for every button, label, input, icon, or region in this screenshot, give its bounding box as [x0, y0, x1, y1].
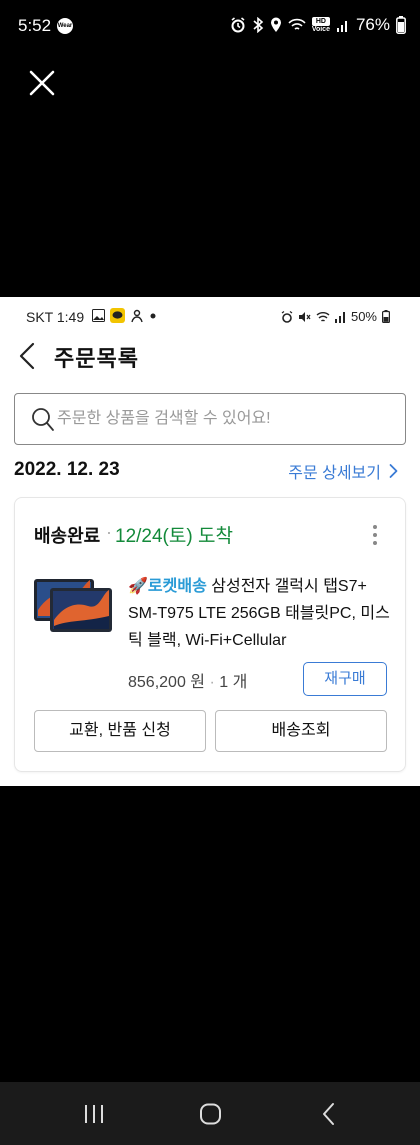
product-price: 856,200 원 — [128, 674, 206, 691]
price-separator: · — [209, 674, 215, 691]
more-notifications-dot — [150, 313, 156, 318]
hd-voice-icon: HD Voice — [311, 17, 330, 33]
inner-status-bar: SKT 1:49 50% — [0, 297, 420, 337]
kakao-icon — [110, 308, 125, 323]
battery-percent: 76% — [355, 15, 390, 34]
search-box[interactable] — [14, 393, 406, 445]
back-button[interactable] — [14, 341, 42, 371]
inner-carrier-time: SKT 1:49 — [26, 309, 85, 325]
nav-back-button[interactable] — [314, 1102, 344, 1126]
location-icon — [270, 17, 281, 32]
order-date: 2022. 12. 23 — [14, 459, 120, 480]
product-title[interactable]: 🚀로켓배송 삼성전자 갤럭시 탭S7+ SM-T975 LTE 256GB 태블… — [128, 573, 396, 654]
chevron-right-icon — [389, 464, 398, 478]
app-notification-icon — [131, 309, 143, 322]
status-icons: HD Voice 76% — [230, 15, 406, 35]
page-title: 주문목록 — [54, 346, 139, 371]
order-detail-link[interactable]: 주문 상세보기 — [288, 459, 398, 483]
order-card: 배송완료 · 12/24(토) 도착 🚀로켓배송 삼성전자 갤럭시 탭S7+ S… — [14, 497, 406, 772]
order-detail-label: 주문 상세보기 — [288, 465, 381, 482]
home-button[interactable] — [196, 1102, 226, 1126]
recents-button[interactable] — [79, 1102, 109, 1126]
status-bar: 5:52 Wear HD Voice 76% — [0, 0, 420, 52]
track-delivery-button[interactable]: 배송조회 — [215, 710, 387, 752]
search-icon — [32, 408, 54, 431]
arrival-date: 12/24(토) 도착 — [115, 526, 233, 547]
order-screenshot: SKT 1:49 50% 주문목록 2022. 12. 23 주문 상세보기 — [0, 297, 420, 786]
gallery-icon — [92, 309, 105, 322]
inner-battery-percent: 50% — [350, 309, 377, 324]
inner-alarm-icon — [281, 310, 293, 323]
rebuy-button[interactable]: 재구매 — [303, 662, 387, 696]
app-header: 주문목록 — [0, 337, 420, 377]
close-button[interactable] — [27, 68, 57, 98]
home-icon — [200, 1103, 221, 1125]
delivery-status: 배송완료 — [34, 526, 101, 546]
status-separator: · — [106, 522, 112, 542]
inner-wifi-icon — [316, 311, 330, 322]
wifi-calling-icon — [288, 18, 306, 30]
bluetooth-icon — [253, 17, 264, 33]
recents-icon — [85, 1105, 103, 1123]
inner-system-icons: 50% — [281, 309, 390, 324]
inner-battery-icon — [382, 310, 390, 323]
product-thumbnail[interactable] — [34, 576, 114, 636]
back-chevron-icon — [19, 342, 35, 370]
system-nav-bar — [0, 1082, 420, 1145]
price-quantity: 856,200 원 · 1 개 — [128, 668, 247, 692]
product-quantity: 1 개 — [219, 674, 248, 691]
rocket-delivery-badge: 🚀로켓배송 — [128, 578, 207, 595]
signal-icon — [336, 21, 347, 32]
inner-notification-icons — [92, 308, 157, 323]
exchange-return-button[interactable]: 교환, 반품 신청 — [34, 710, 206, 752]
more-options-button[interactable] — [371, 524, 379, 546]
close-icon — [29, 70, 55, 96]
nav-back-icon — [323, 1103, 334, 1125]
status-time: 5:52 — [18, 16, 52, 35]
inner-signal-icon — [334, 311, 345, 323]
wear-icon: Wear — [57, 18, 73, 34]
inner-mute-icon — [298, 311, 311, 322]
search-input[interactable] — [57, 406, 387, 432]
alarm-icon — [231, 17, 245, 33]
battery-icon — [396, 16, 406, 34]
more-vertical-icon — [373, 525, 377, 545]
